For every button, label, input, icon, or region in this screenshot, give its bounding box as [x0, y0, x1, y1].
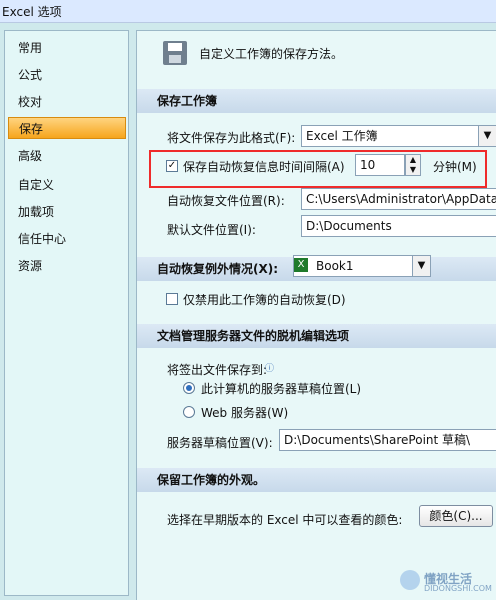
radio-local-drafts[interactable]: [183, 382, 195, 394]
sidebar-item-save[interactable]: 保存: [8, 117, 126, 139]
title-bar: Excel 选项: [0, 0, 496, 23]
colors-label: 选择在早期版本的 Excel 中可以查看的颜色:: [167, 513, 403, 527]
section-doc-mgmt: 文档管理服务器文件的脱机编辑选项: [137, 324, 496, 348]
workbook-value: Book1: [316, 259, 354, 273]
disable-autorecover-label: 仅禁用此工作簿的自动恢复(D): [183, 293, 346, 307]
option-web-server-label: Web 服务器(W): [201, 406, 289, 420]
chevron-down-icon[interactable]: ▼: [412, 256, 430, 276]
radio-web-server[interactable]: [183, 406, 195, 418]
watermark-subtext: DIDONGSHI.COM: [424, 584, 492, 593]
sidebar-item-resources[interactable]: 资源: [8, 255, 126, 277]
sidebar-item-addins[interactable]: 加载项: [8, 201, 126, 223]
autorecover-path-input[interactable]: C:\Users\Administrator\AppData\: [301, 188, 496, 210]
watermark-logo-icon: [400, 570, 420, 590]
excel-icon: X: [294, 258, 308, 272]
autorecover-exceptions-label: 自动恢复例外情况(X):: [157, 262, 279, 276]
option-local-drafts-label: 此计算机的服务器草稿位置(L): [201, 382, 362, 396]
disable-autorecover-checkbox[interactable]: [166, 293, 178, 305]
workbook-select[interactable]: Book1 ▼: [293, 255, 431, 277]
default-path-input[interactable]: D:\Documents: [301, 215, 496, 237]
chevron-down-icon[interactable]: ▼: [478, 126, 496, 146]
save-icon: [163, 41, 187, 65]
draft-location-label: 服务器草稿位置(V):: [167, 436, 273, 450]
save-format-value: Excel 工作簿: [306, 129, 378, 143]
info-icon: ⓘ: [265, 364, 275, 374]
section-save-workbooks: 保存工作簿: [137, 89, 496, 113]
draft-location-input[interactable]: D:\Documents\SharePoint 草稿\: [279, 429, 496, 451]
section-appearance: 保留工作簿的外观。: [137, 468, 496, 492]
checkout-label: 将签出文件保存到:: [167, 363, 268, 377]
options-pane: 自定义工作簿的保存方法。 保存工作簿 将文件保存为此格式(F): Excel 工…: [136, 30, 496, 600]
save-format-label: 将文件保存为此格式(F):: [167, 131, 296, 145]
watermark: 懂视生活 DIDONGSHI.COM: [400, 570, 492, 596]
sidebar-item-customize[interactable]: 自定义: [8, 174, 126, 196]
sidebar-item-formulas[interactable]: 公式: [8, 64, 126, 86]
sidebar: 常用 公式 校对 保存 高级 自定义 加载项 信任中心 资源: [4, 30, 129, 596]
save-format-select[interactable]: Excel 工作簿 ▼: [301, 125, 496, 147]
sidebar-item-advanced[interactable]: 高级: [8, 145, 126, 167]
autorecover-path-label: 自动恢复文件位置(R):: [167, 194, 285, 208]
sidebar-item-proofing[interactable]: 校对: [8, 91, 126, 113]
page-title: 自定义工作簿的保存方法。: [199, 47, 344, 61]
default-path-label: 默认文件位置(I):: [167, 223, 256, 237]
sidebar-item-trust-center[interactable]: 信任中心: [8, 228, 126, 250]
highlight-box: [149, 150, 487, 188]
window-title: Excel 选项: [2, 5, 62, 19]
colors-button[interactable]: 颜色(C)...: [419, 505, 493, 527]
sidebar-item-common[interactable]: 常用: [8, 37, 126, 59]
